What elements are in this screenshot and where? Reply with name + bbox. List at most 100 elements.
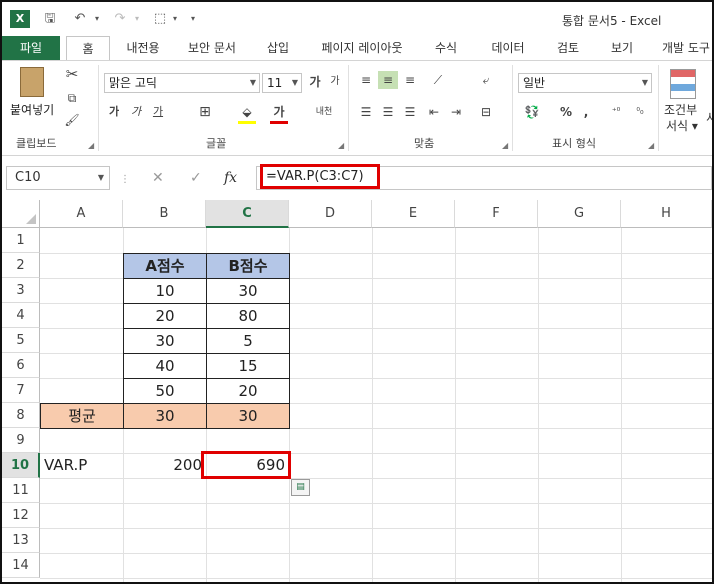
decrease-indent-icon[interactable]: ⇤ xyxy=(424,103,444,121)
cell-b8[interactable]: 30 xyxy=(123,403,207,429)
tab-page-layout[interactable]: 페이지 레이아웃 xyxy=(312,36,412,60)
tab-data[interactable]: 데이터 xyxy=(480,36,536,60)
wrap-text-icon[interactable]: ⤶ xyxy=(476,71,496,89)
grow-font-icon[interactable]: 가 xyxy=(306,73,324,91)
number-format-select[interactable]: 일반 ▼ xyxy=(518,73,652,93)
cell-c8[interactable]: 30 xyxy=(206,403,290,429)
enter-icon[interactable]: ✓ xyxy=(190,170,202,186)
cell-c2[interactable]: B점수 xyxy=(206,253,290,279)
undo-dropdown-icon[interactable]: ▾ xyxy=(92,10,102,28)
paste-options-icon[interactable]: ▤ xyxy=(291,479,310,496)
column-header-h[interactable]: H xyxy=(621,200,712,228)
shrink-font-icon[interactable]: 가 xyxy=(326,73,344,91)
font-color-button[interactable]: 가 xyxy=(270,103,288,121)
cell-c6[interactable]: 15 xyxy=(206,353,290,379)
cell-b7[interactable]: 50 xyxy=(123,378,207,404)
redo-dropdown-icon[interactable]: ▾ xyxy=(132,10,142,28)
row-header-4[interactable]: 4 xyxy=(2,303,40,328)
undo-icon[interactable]: ↶ xyxy=(70,10,90,28)
format-painter-qat-icon[interactable]: ⬚ xyxy=(150,10,170,28)
row-header-9[interactable]: 9 xyxy=(2,428,40,453)
italic-button[interactable]: 가 xyxy=(128,103,144,121)
cell-c3[interactable]: 30 xyxy=(206,278,290,304)
row-header-7[interactable]: 7 xyxy=(2,378,40,403)
insert-function-button[interactable]: fx xyxy=(224,170,237,186)
tab-home[interactable]: 홈 xyxy=(66,36,110,61)
orientation-icon[interactable]: ⟋ xyxy=(426,71,450,89)
cancel-icon[interactable]: ✕ xyxy=(152,170,164,186)
number-launcher-icon[interactable]: ◢ xyxy=(648,141,654,150)
tab-review[interactable]: 검토 xyxy=(546,36,590,60)
align-middle-icon[interactable]: ≡ xyxy=(378,71,398,89)
format-as-table-label[interactable]: 서 xyxy=(706,109,712,126)
worksheet-grid[interactable]: A B C D E F G H 1 2 3 4 5 6 7 8 9 10 11 … xyxy=(2,200,712,582)
row-header-5[interactable]: 5 xyxy=(2,328,40,353)
column-header-g[interactable]: G xyxy=(538,200,621,228)
increase-indent-icon[interactable]: ⇥ xyxy=(446,103,466,121)
conditional-formatting-icon[interactable] xyxy=(670,69,696,99)
cell-b3[interactable]: 10 xyxy=(123,278,207,304)
copy-icon[interactable]: ⧉ xyxy=(62,89,82,107)
paste-button[interactable]: 붙여넣기 xyxy=(10,65,54,127)
align-left-icon[interactable]: ☰ xyxy=(356,103,376,121)
row-header-11[interactable]: 11 xyxy=(2,478,40,503)
font-size-select[interactable]: 11 ▼ xyxy=(262,73,302,93)
bold-button[interactable]: 가 xyxy=(106,103,122,121)
tab-developer[interactable]: 개발 도구 xyxy=(654,36,712,60)
column-header-c[interactable]: C xyxy=(206,200,289,228)
align-bottom-icon[interactable]: ≡ xyxy=(400,71,420,89)
row-header-8[interactable]: 8 xyxy=(2,403,40,428)
tab-security[interactable]: 보안 문서 xyxy=(178,36,246,60)
percent-style-button[interactable]: % xyxy=(558,103,574,121)
tab-view[interactable]: 보기 xyxy=(600,36,644,60)
align-center-icon[interactable]: ☰ xyxy=(378,103,398,121)
cell-c7[interactable]: 20 xyxy=(206,378,290,404)
select-all-button[interactable] xyxy=(2,200,40,228)
cell-c4[interactable]: 80 xyxy=(206,303,290,329)
redo-icon[interactable]: ↷ xyxy=(110,10,130,28)
row-header-6[interactable]: 6 xyxy=(2,353,40,378)
tab-insert-only[interactable]: 내전용 xyxy=(114,36,172,60)
align-top-icon[interactable]: ≡ xyxy=(356,71,376,89)
font-launcher-icon[interactable]: ◢ xyxy=(338,141,344,150)
cell-b4[interactable]: 20 xyxy=(123,303,207,329)
fill-color-icon[interactable]: ⬙ xyxy=(238,103,256,121)
column-header-f[interactable]: F xyxy=(455,200,538,228)
row-header-12[interactable]: 12 xyxy=(2,503,40,528)
save-icon[interactable]: 🖫 xyxy=(40,10,60,28)
column-header-e[interactable]: E xyxy=(372,200,455,228)
row-header-2[interactable]: 2 xyxy=(2,253,40,278)
column-header-d[interactable]: D xyxy=(289,200,372,228)
name-box[interactable]: C10 ▼ xyxy=(6,166,110,190)
alignment-launcher-icon[interactable]: ◢ xyxy=(502,141,508,150)
row-header-14[interactable]: 14 xyxy=(2,553,40,578)
cell-a8[interactable]: 평균 xyxy=(40,403,124,429)
row-header-1[interactable]: 1 xyxy=(2,228,40,253)
underline-button[interactable]: 가 xyxy=(150,103,166,121)
borders-icon[interactable]: ⊞ xyxy=(196,103,214,121)
row-header-13[interactable]: 13 xyxy=(2,528,40,553)
row-header-10[interactable]: 10 xyxy=(2,453,40,478)
customize-qat-icon[interactable]: ▾ xyxy=(188,10,198,28)
cell-c5[interactable]: 5 xyxy=(206,328,290,354)
decrease-decimal-icon[interactable]: ⁰₀ xyxy=(630,103,650,121)
row-header-3[interactable]: 3 xyxy=(2,278,40,303)
cell-b2[interactable]: A점수 xyxy=(123,253,207,279)
cell-a10[interactable]: VAR.P xyxy=(40,453,123,478)
cell-b10[interactable]: 200 xyxy=(123,453,206,478)
format-painter-icon[interactable]: 🖌 xyxy=(62,111,82,129)
format-dropdown-icon[interactable]: ▾ xyxy=(170,10,180,28)
accounting-format-icon[interactable]: 💱 xyxy=(520,103,544,121)
merge-center-icon[interactable]: ⊟ xyxy=(476,103,496,121)
phonetic-button[interactable]: 내천 xyxy=(312,103,336,121)
conditional-formatting-label[interactable]: 조건부 xyxy=(664,101,697,118)
font-name-select[interactable]: 맑은 고딕 ▼ xyxy=(104,73,260,93)
cell-b5[interactable]: 30 xyxy=(123,328,207,354)
tab-formulas[interactable]: 수식 xyxy=(424,36,468,60)
cell-b6[interactable]: 40 xyxy=(123,353,207,379)
tab-insert[interactable]: 삽입 xyxy=(256,36,300,60)
column-header-b[interactable]: B xyxy=(123,200,206,228)
align-right-icon[interactable]: ☰ xyxy=(400,103,420,121)
comma-style-button[interactable]: , xyxy=(580,103,592,121)
cut-icon[interactable]: ✂ xyxy=(62,65,82,83)
